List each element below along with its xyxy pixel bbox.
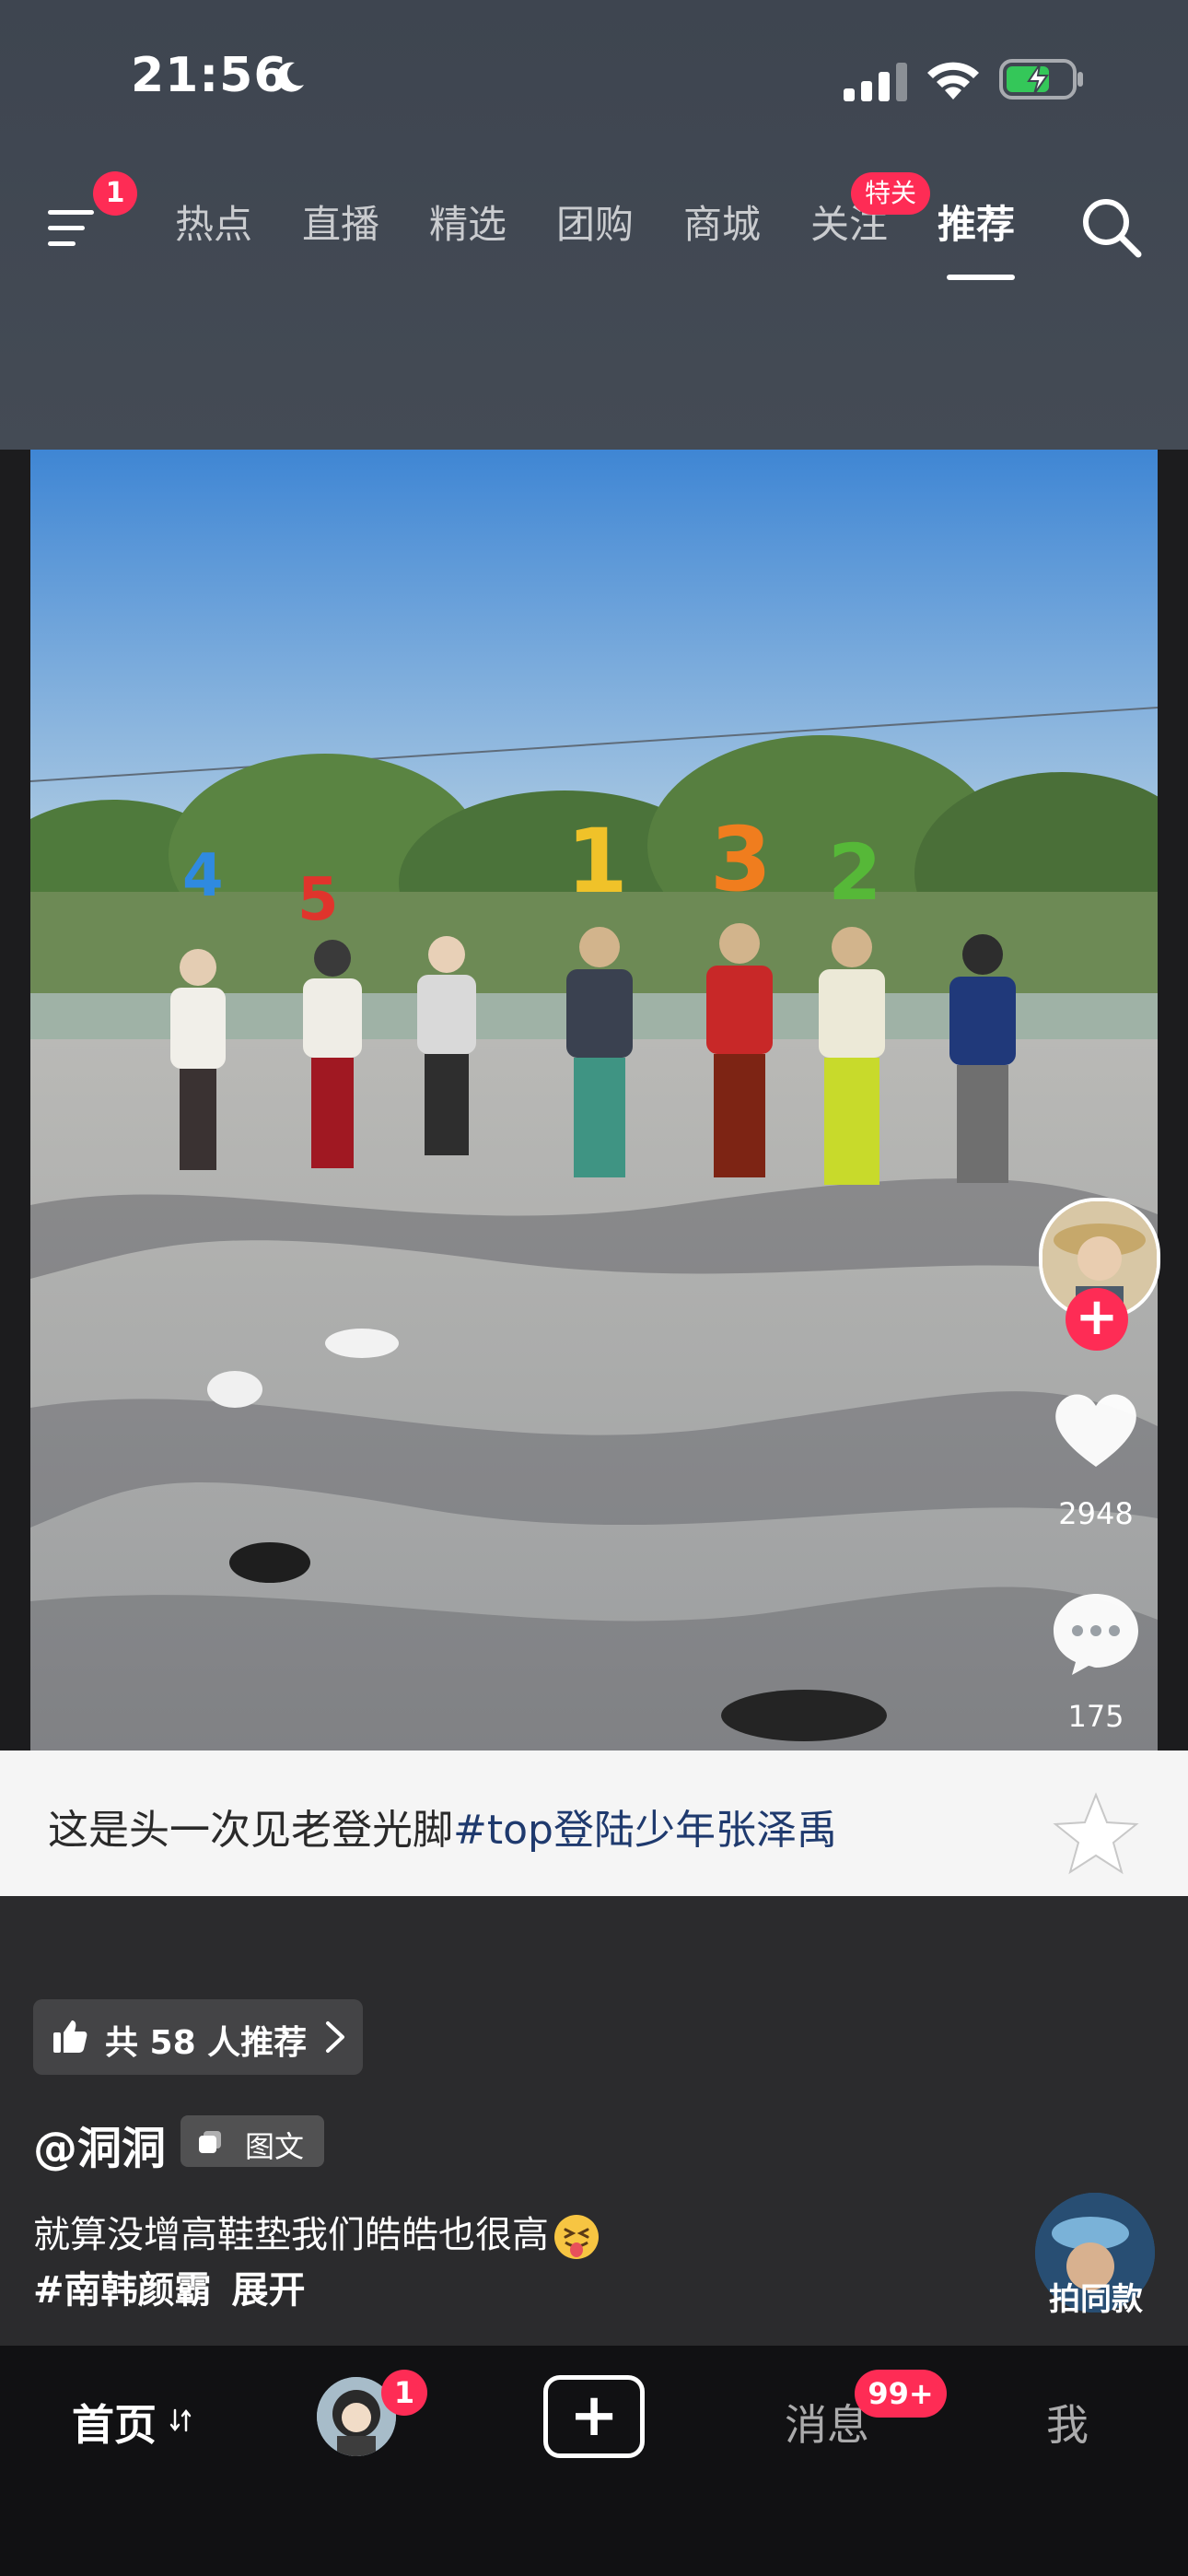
menu-icon[interactable] xyxy=(46,201,101,256)
photo-scene: 4 5 1 3 2 xyxy=(30,450,1158,1751)
expand-button[interactable]: 展开 xyxy=(232,2269,306,2312)
comment-icon[interactable] xyxy=(1048,1585,1144,1680)
wifi-icon xyxy=(927,62,979,100)
like-count: 2948 xyxy=(1058,1496,1134,1531)
post-type-label: 图文 xyxy=(245,2129,305,2164)
photo-label-4: 4 xyxy=(182,842,224,910)
post-description: 就算没增高鞋垫我们皓皓也很高 xyxy=(33,2207,600,2263)
tab-recommend[interactable]: 推荐 xyxy=(938,193,1015,250)
photo-label-2: 2 xyxy=(828,827,881,918)
active-tab-indicator xyxy=(947,275,1015,280)
chevron-right-icon xyxy=(326,2021,344,2053)
post-caption: 这是头一次见老登光脚#top登陆少年张泽禹 xyxy=(48,1797,837,1856)
photo-label-1: 1 xyxy=(566,810,628,913)
description-hashtag[interactable]: #南韩颜霸 xyxy=(33,2269,212,2312)
battery-icon xyxy=(999,59,1083,100)
same-style-label[interactable]: 拍同款 xyxy=(1013,2274,1179,2319)
author-name[interactable]: @洞洞 xyxy=(33,2112,166,2176)
tab-hot[interactable]: 热点 xyxy=(175,193,252,250)
caption-text: 这是头一次见老登光脚 xyxy=(48,1807,453,1854)
follow-button[interactable]: + xyxy=(1066,1288,1128,1351)
recommend-count-text: 共 58 人推荐 xyxy=(105,2024,308,2062)
tab-live[interactable]: 直播 xyxy=(302,193,379,250)
swap-arrows-icon xyxy=(169,2408,192,2432)
friends-badge: 1 xyxy=(381,2370,427,2416)
tab-mall[interactable]: 商城 xyxy=(683,193,761,250)
nav-home[interactable]: 首页 xyxy=(72,2392,157,2453)
nav-me[interactable]: 我 xyxy=(1046,2392,1089,2453)
recommend-chip[interactable]: 共 58 人推荐 xyxy=(33,1999,363,2075)
photo-stack-icon xyxy=(199,2131,221,2153)
favorite-star-icon[interactable] xyxy=(1048,1787,1144,1883)
messages-badge: 99+ xyxy=(855,2370,947,2418)
tab-group-buy[interactable]: 团购 xyxy=(556,193,634,250)
tongue-wink-emoji-icon xyxy=(554,2215,599,2259)
following-special-badge: 特关 xyxy=(851,172,930,215)
comment-count: 175 xyxy=(1067,1699,1124,1734)
description-text: 就算没增高鞋垫我们皓皓也很高 xyxy=(33,2214,549,2256)
caption-hashtag[interactable]: #top登陆少年张泽禹 xyxy=(453,1807,837,1854)
post-type-chip: 图文 xyxy=(181,2115,324,2167)
tab-featured[interactable]: 精选 xyxy=(429,193,507,250)
plus-icon: + xyxy=(569,2382,619,2450)
menu-badge: 1 xyxy=(93,171,137,216)
like-icon[interactable] xyxy=(1048,1382,1144,1478)
post-photo[interactable]: 4 5 1 3 2 xyxy=(30,450,1158,1751)
signal-icon xyxy=(844,63,907,101)
photo-label-5: 5 xyxy=(297,866,339,934)
status-time: 21:56 xyxy=(131,48,288,103)
post-description-tags: #南韩颜霸 展开 xyxy=(33,2263,306,2318)
status-bar: 21:56 xyxy=(0,0,1188,161)
thumbs-up-icon xyxy=(53,2020,87,2053)
search-icon[interactable] xyxy=(1079,195,1144,260)
moon-icon xyxy=(276,62,304,92)
create-post-button[interactable]: + xyxy=(543,2375,645,2458)
photo-label-3: 3 xyxy=(710,808,772,911)
